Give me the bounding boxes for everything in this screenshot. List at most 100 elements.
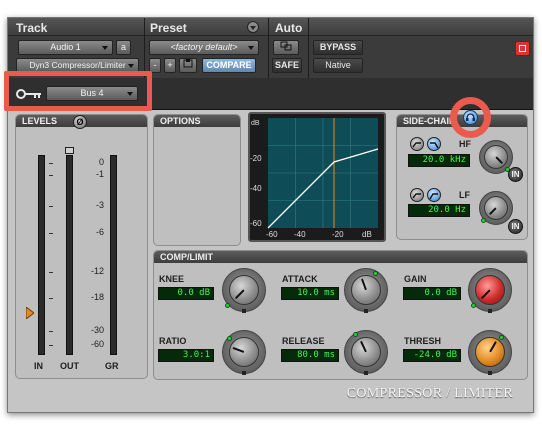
- lf-filter-type-button[interactable]: [410, 188, 424, 202]
- output-clip-indicator: [65, 147, 74, 154]
- gain-reduction-meter: [110, 155, 117, 355]
- hf-filter-enable-button[interactable]: [427, 137, 441, 151]
- graph-x-tick: dB: [362, 230, 372, 239]
- hf-label: HF: [459, 139, 471, 149]
- ratio-value-display[interactable]: 3.0:1: [158, 349, 214, 362]
- phase-invert-button[interactable]: Ø: [73, 115, 87, 129]
- lf-in-button[interactable]: IN: [508, 219, 523, 234]
- graph-x-tick: -60: [266, 230, 278, 239]
- thresh-value-display[interactable]: -24.0 dB: [403, 349, 461, 362]
- release-value-display[interactable]: 80.0 ms: [281, 349, 339, 362]
- meter-tick: [49, 233, 53, 234]
- output-meter: [66, 155, 73, 355]
- gr-meter-label: GR: [105, 361, 119, 371]
- meter-tick: [49, 345, 53, 346]
- auto-header-label: Auto: [275, 21, 303, 35]
- header-divider: [308, 18, 309, 78]
- sidechain-listen-button[interactable]: [463, 110, 478, 125]
- highcut-icon: [430, 142, 439, 149]
- comp-limit-panel: COMP/LIMIT KNEE 0.0 dB ATTACK 10.0 ms GA…: [153, 250, 528, 380]
- gain-label: GAIN: [404, 274, 427, 284]
- attack-value-display[interactable]: 10.0 ms: [281, 287, 339, 300]
- meter-scale-label: -30: [90, 325, 104, 335]
- thresh-knob[interactable]: [468, 330, 512, 375]
- header-label-row: [8, 18, 533, 36]
- preset-menu-icon[interactable]: [247, 21, 259, 33]
- knee-knob[interactable]: [222, 268, 266, 313]
- threshold-marker-icon: [26, 307, 34, 319]
- safe-button[interactable]: SAFE: [272, 58, 302, 73]
- lf-filter-enable-button[interactable]: [427, 188, 441, 202]
- meter-tick: [49, 163, 53, 164]
- lowcut-icon: [429, 193, 438, 200]
- comp-limit-title: COMP/LIMIT: [154, 251, 527, 263]
- attack-knob[interactable]: [344, 268, 388, 313]
- ratio-label: RATIO: [159, 336, 187, 346]
- preset-header-label: Preset: [150, 21, 187, 35]
- bypass-button[interactable]: BYPASS: [313, 40, 363, 55]
- plugin-branding: COMPRESSOR / LIMITER: [346, 386, 513, 401]
- meter-scale-label: -6: [95, 227, 104, 237]
- hf-knob[interactable]: [479, 140, 513, 174]
- clipboard-icon: [183, 59, 193, 68]
- gain-knob[interactable]: [468, 268, 512, 313]
- meter-scale-label: -12: [90, 266, 104, 276]
- native-indicator: Native: [313, 58, 363, 73]
- headphones-icon: [466, 113, 475, 121]
- ratio-knob[interactable]: [222, 330, 266, 375]
- input-meter-label: IN: [34, 361, 43, 371]
- meter-scale-label: -3: [95, 200, 104, 210]
- release-label: RELEASE: [282, 336, 325, 346]
- gain-value-display[interactable]: 0.0 dB: [403, 287, 461, 300]
- graph-y-tick: -40: [250, 184, 262, 193]
- output-meter-label: OUT: [60, 361, 79, 371]
- automation-button[interactable]: [273, 40, 299, 55]
- meter-tick: [49, 298, 53, 299]
- target-plugin-icon[interactable]: [515, 41, 530, 56]
- automation-icon: [280, 41, 292, 51]
- preset-next-button[interactable]: +: [164, 58, 176, 73]
- options-panel: OPTIONS: [153, 114, 241, 246]
- transfer-graph: dB -20 -40 -60 -60 -40 -20 dB: [248, 112, 386, 242]
- release-knob[interactable]: [344, 330, 388, 375]
- meter-scale-label: -1: [95, 169, 104, 179]
- meter-tick: [49, 272, 53, 273]
- options-title: OPTIONS: [154, 115, 240, 127]
- hf-filter-type-button[interactable]: [410, 137, 424, 151]
- track-selector[interactable]: Audio 1: [18, 40, 113, 55]
- lowpass-icon: [412, 193, 421, 199]
- knee-label: KNEE: [159, 274, 185, 284]
- meter-scale-label: -60: [90, 339, 104, 349]
- lf-value-display[interactable]: 20.0 Hz: [408, 204, 470, 217]
- header-divider: [268, 18, 269, 78]
- meter-tick: [49, 206, 53, 207]
- levels-panel: LEVELS Ø 0 -1 -3 -6 -12 -18 -30 -60 IN O…: [15, 114, 148, 379]
- transfer-curve-graph: [267, 118, 379, 229]
- header-divider: [144, 18, 145, 78]
- hf-in-button[interactable]: IN: [508, 167, 523, 182]
- graph-x-tick: -40: [294, 230, 306, 239]
- lf-label: LF: [459, 190, 470, 200]
- knee-value-display[interactable]: 0.0 dB: [158, 287, 214, 300]
- settings-clipboard-button[interactable]: [179, 58, 197, 73]
- hf-value-display[interactable]: 20.0 kHz: [408, 154, 470, 167]
- thresh-label: THRESH: [404, 336, 442, 346]
- track-header-label: Track: [16, 21, 48, 35]
- graph-x-tick: -20: [332, 230, 344, 239]
- graph-y-tick: dB: [251, 120, 260, 127]
- channel-selector[interactable]: a: [116, 40, 131, 55]
- lowpass-icon: [412, 142, 421, 148]
- preset-selector[interactable]: <factory default>: [149, 40, 259, 55]
- graph-y-tick: -60: [250, 219, 262, 228]
- meter-scale-label: 0: [98, 157, 104, 167]
- input-meter: [38, 155, 45, 355]
- meter-scale-label: -18: [90, 292, 104, 302]
- meter-tick: [49, 175, 53, 176]
- plugin-header: Track Preset Auto Audio 1 a Dyn3 Compres…: [8, 18, 533, 78]
- sidechain-listen-highlight: [450, 97, 491, 138]
- graph-y-tick: -20: [250, 154, 262, 163]
- attack-label: ATTACK: [282, 274, 318, 284]
- lf-knob[interactable]: [479, 191, 513, 225]
- key-input-highlight: [4, 71, 152, 111]
- compare-button[interactable]: COMPARE: [202, 58, 256, 73]
